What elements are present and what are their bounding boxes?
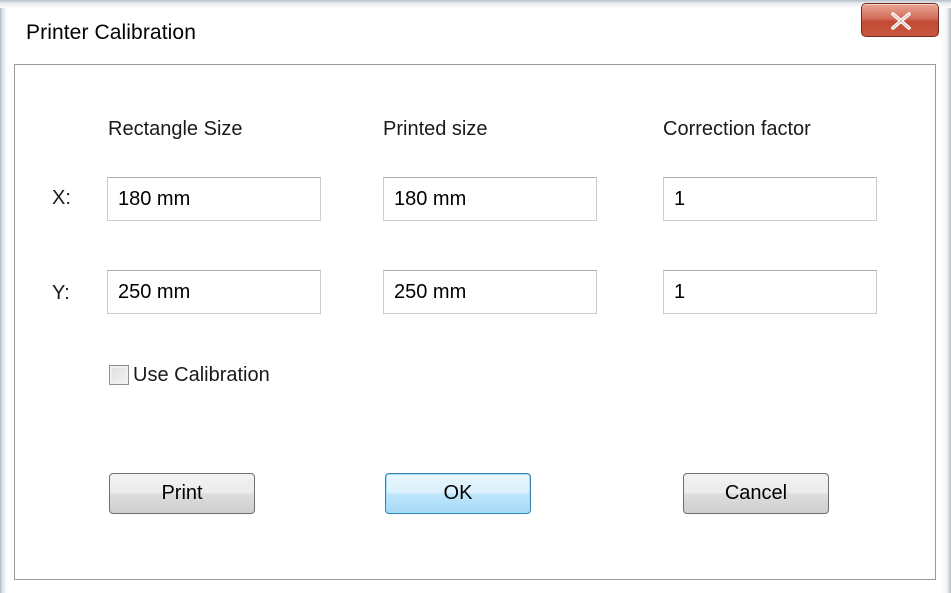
window-frame-top: [0, 0, 951, 8]
ok-button[interactable]: OK: [385, 473, 531, 514]
printer-calibration-dialog: Printer Calibration Rectangle Size Print…: [0, 0, 951, 593]
window-frame-left: [0, 8, 8, 593]
use-calibration-label: Use Calibration: [133, 363, 270, 386]
use-calibration-option[interactable]: Use Calibration: [109, 362, 270, 388]
use-calibration-checkbox[interactable]: [109, 365, 129, 385]
print-button[interactable]: Print: [109, 473, 255, 514]
column-header-correction-factor: Correction factor: [663, 118, 811, 140]
correction-factor-y-input[interactable]: [663, 270, 877, 314]
column-header-rectangle-size: Rectangle Size: [108, 118, 243, 140]
printed-size-x-input[interactable]: [383, 177, 597, 221]
window-frame-right: [941, 8, 951, 593]
rectangle-size-x-input[interactable]: [107, 177, 321, 221]
rectangle-size-y-input[interactable]: [107, 270, 321, 314]
close-button[interactable]: [861, 3, 939, 37]
row-label-x: X:: [52, 187, 71, 209]
cancel-button[interactable]: Cancel: [683, 473, 829, 514]
printed-size-y-input[interactable]: [383, 270, 597, 314]
row-label-y: Y:: [52, 282, 70, 304]
column-header-printed-size: Printed size: [383, 118, 488, 140]
correction-factor-x-input[interactable]: [663, 177, 877, 221]
close-x-icon: [891, 12, 911, 30]
window-title: Printer Calibration: [26, 21, 196, 44]
